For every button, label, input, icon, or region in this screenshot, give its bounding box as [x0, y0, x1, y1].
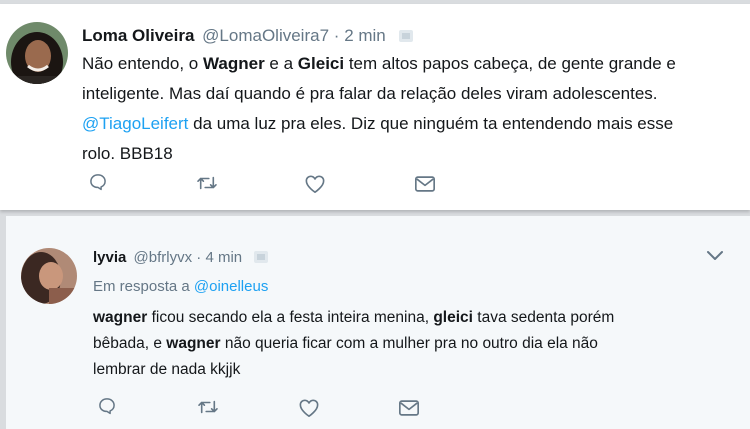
- retweet-icon[interactable]: [197, 398, 219, 416]
- retweet-icon[interactable]: [196, 174, 218, 192]
- tweet-text: Não entendo, o Wagner e a Gleici tem alt…: [82, 49, 676, 169]
- reply-context: Em resposta a @oinelleus: [93, 277, 268, 297]
- stats-icon[interactable]: [254, 251, 269, 263]
- reply-to-link[interactable]: @oinelleus: [194, 278, 268, 295]
- text-segment: da uma luz pra eles. Diz que ninguém ta …: [188, 114, 674, 133]
- tweet-text-line: Não entendo, o Wagner e a Gleici tem alt…: [82, 49, 676, 79]
- bold-text: Gleici: [297, 54, 345, 73]
- reply-icon[interactable]: [88, 172, 108, 192]
- reply-icon[interactable]: [97, 396, 117, 416]
- author-name[interactable]: lyvia: [93, 249, 126, 266]
- tweet-text-line: wagner ficou secando ela a festa inteira…: [93, 305, 614, 331]
- timestamp[interactable]: 2 min: [344, 26, 386, 45]
- tweet-card-1[interactable]: Loma Oliveira @LomaOliveira7 · 2 min Não…: [0, 4, 750, 210]
- bold-text: gleici: [433, 309, 473, 326]
- tweet-text-line: inteligente. Mas daí quando é pra falar …: [82, 79, 676, 109]
- separator: ·: [196, 249, 202, 266]
- text-segment: inteligente. Mas daí quando é pra falar …: [82, 84, 658, 103]
- bold-text: wagner: [166, 335, 221, 352]
- tweet-header: lyvia @bfrlyvx · 4 min: [93, 248, 269, 268]
- stats-icon[interactable]: [398, 30, 413, 42]
- bold-text: Wagner: [202, 54, 265, 73]
- author-handle[interactable]: @bfrlyvx: [134, 249, 193, 266]
- avatar[interactable]: [21, 248, 77, 304]
- mention-link[interactable]: @TiagoLeifert: [82, 114, 188, 133]
- author-name[interactable]: Loma Oliveira: [82, 26, 194, 45]
- author-handle[interactable]: @LomaOliveira7: [202, 26, 329, 45]
- timestamp[interactable]: 4 min: [205, 249, 242, 266]
- text-segment: ficou secando ela a festa inteira menina…: [147, 309, 434, 326]
- tweet-text-line: rolo. BBB18: [82, 139, 676, 169]
- tweet-text-line: @TiagoLeifert da uma luz pra eles. Diz q…: [82, 109, 676, 139]
- message-icon[interactable]: [414, 175, 436, 193]
- text-segment: tava sedenta porém: [472, 309, 615, 326]
- tweet-text-line: lembrar de nada kkjjk: [93, 357, 614, 383]
- like-icon[interactable]: [304, 174, 326, 194]
- like-icon[interactable]: [298, 398, 320, 418]
- tweet-header: Loma Oliveira @LomaOliveira7 · 2 min: [82, 25, 413, 47]
- text-segment: rolo. BBB18: [82, 144, 173, 163]
- text-segment: e a: [264, 54, 298, 73]
- text-segment: não queria ficar com a mulher pra no out…: [220, 335, 598, 352]
- reply-prefix: Em resposta a: [93, 278, 194, 295]
- text-segment: tem altos papos cabeça, de gente grande …: [344, 54, 676, 73]
- avatar[interactable]: [6, 22, 68, 84]
- text-segment: Não entendo, o: [82, 54, 203, 73]
- text-segment: lembrar de nada kkjjk: [93, 361, 241, 378]
- message-icon[interactable]: [398, 399, 420, 417]
- tweet-text: wagner ficou secando ela a festa inteira…: [93, 305, 614, 383]
- text-segment: bêbada, e: [93, 335, 167, 352]
- bold-text: wagner: [93, 309, 148, 326]
- chevron-down-icon[interactable]: [706, 250, 724, 262]
- tweet-card-2[interactable]: lyvia @bfrlyvx · 4 min Em resposta a @oi…: [6, 216, 750, 429]
- separator: ·: [333, 26, 340, 45]
- tweet-text-line: bêbada, e wagner não queria ficar com a …: [93, 331, 614, 357]
